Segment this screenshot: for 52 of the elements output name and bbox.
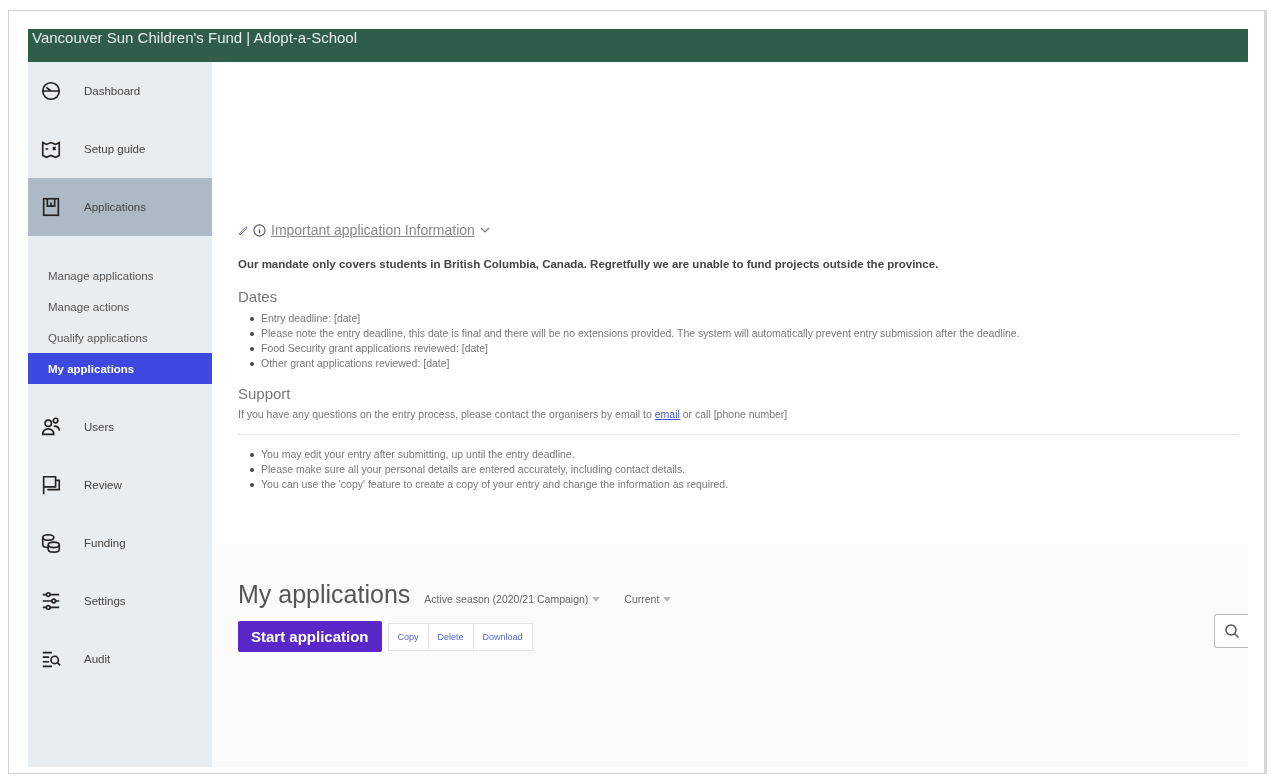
action-button[interactable]: Copy [388, 623, 428, 650]
sidebar-item[interactable]: Review [28, 456, 212, 514]
bullet-text: Please make sure all your personal details are entered accurately, including contact details. [261, 462, 686, 477]
info-icon [253, 223, 266, 237]
bullet-text: Food Security grant applications reviewed: [date] [261, 341, 489, 356]
action-button[interactable]: Download [472, 623, 532, 650]
bullet-text: You may edit your entry after submitting, up until the entry deadline. [261, 447, 575, 462]
notice-text: Our mandate only covers students in British Columbia, Canada. Regretfully we are unable to fund projects outside the province. [238, 258, 940, 270]
bullet-dot-icon [250, 452, 254, 457]
bookmark-frame-icon [40, 196, 62, 218]
bullet-dot-icon [250, 467, 254, 472]
sidebar-subitem[interactable]: Qualify applications [28, 322, 212, 353]
bullet-dot-icon [250, 482, 254, 487]
page-title: My applications [238, 580, 411, 609]
search-button[interactable] [1214, 614, 1248, 648]
sidebar-item[interactable]: Setup guide [28, 120, 212, 178]
bullet-dot-icon [250, 346, 254, 351]
filter-dropdown[interactable]: Active season (2020/21 Campaign) [424, 593, 601, 605]
support-text: If you have any questions on the entry process, please contact the organisers by email to email or call [phone number] [238, 408, 1238, 435]
sidebar-item[interactable]: Users [28, 398, 212, 456]
sidebar-item[interactable]: Audit [28, 630, 212, 688]
bullet-text: Entry deadline: [date] [261, 311, 361, 326]
app-title: Vancouver Sun Children's Fund | Adopt-a-School [32, 29, 357, 47]
section-heading: Dates [238, 288, 279, 305]
caret-icon [663, 596, 672, 602]
bullet-dot-icon [250, 361, 254, 366]
dashboard-gauge-icon [40, 80, 62, 102]
bullet-dot-icon [250, 331, 254, 336]
sidebar-subitem[interactable]: Manage applications [28, 260, 212, 291]
coins-icon [40, 532, 62, 554]
sidebar-item[interactable]: Applications [28, 178, 212, 236]
section-heading: Support [238, 385, 292, 402]
filter-dropdown[interactable]: Current [624, 593, 672, 605]
bullet-text: Please note the entry deadline, this date is final and there will be no extensions provided. The system will automatically prevent entry submission after the deadline. [261, 326, 1020, 341]
caret-icon [592, 596, 601, 602]
bullet-text: You can use the 'copy' feature to create a copy of your entry and change the information as required. [261, 477, 729, 492]
action-button[interactable]: Delete [427, 623, 473, 650]
sidebar-item[interactable]: Funding [28, 514, 212, 572]
bullet-text: Other grant applications reviewed: [date] [261, 356, 450, 371]
email-link[interactable]: email [654, 408, 680, 420]
sidebar-subitem[interactable]: My applications [28, 353, 212, 384]
sidebar-subitem[interactable]: Manage actions [28, 291, 212, 322]
info-toggle-link[interactable]: Important application Information [271, 222, 475, 238]
sidebar-item[interactable]: Settings [28, 572, 212, 630]
users-icon [40, 416, 62, 438]
bullet-dot-icon [250, 316, 254, 321]
start-application-button[interactable]: Start application [238, 621, 382, 652]
sidebar-item[interactable]: Dashboard [28, 62, 212, 120]
flag-icon [40, 474, 62, 496]
search-icon [1223, 623, 1240, 639]
pencil-icon [238, 225, 248, 235]
settings-sliders-icon [40, 590, 62, 612]
